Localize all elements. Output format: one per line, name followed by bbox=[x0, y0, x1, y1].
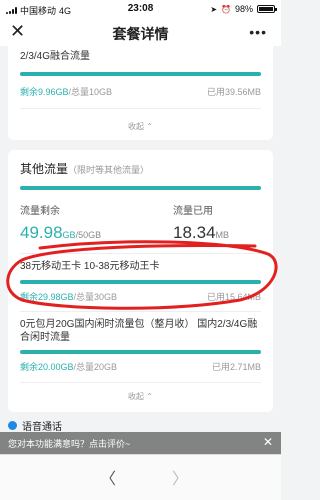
feedback-banner[interactable]: 您对本功能满意吗？点击评价~ ✕ bbox=[0, 432, 281, 454]
alarm-icon: ⏰ bbox=[221, 4, 231, 14]
domestic-traffic-card: 2/3/4G融合流量 剩余9.96GB/总量10GB 已用39.56MB 收起 … bbox=[8, 46, 273, 140]
battery-icon bbox=[257, 5, 277, 13]
package-item: 38元移动王卡 10-38元移动王卡 剩余29.98GB/总量30GB 已用15… bbox=[20, 261, 261, 302]
forward-button[interactable]: 〉 bbox=[172, 465, 188, 489]
voice-call-section[interactable]: 语音通话 bbox=[8, 418, 62, 433]
remaining-stat: 流量剩余 49.98GB/50GB bbox=[20, 206, 102, 242]
collapse-toggle[interactable]: 收起 ⌃ bbox=[8, 383, 273, 408]
back-button[interactable]: 〈 bbox=[100, 465, 116, 489]
page-title: 套餐详情 bbox=[112, 26, 169, 42]
status-bar: 中国移动 4G 23:08 ➤ ⏰ 98% bbox=[0, 0, 281, 18]
remaining-amount: 剩余9.96GB/总量10GB bbox=[20, 87, 113, 97]
collapse-toggle[interactable]: 收起 ⌃ bbox=[8, 109, 273, 138]
close-icon[interactable]: ✕ bbox=[263, 435, 273, 449]
more-menu-button[interactable]: ••• bbox=[249, 24, 267, 40]
usage-bar bbox=[20, 72, 261, 76]
used-amount: 已用39.56MB bbox=[206, 87, 261, 97]
package-name: 2/3/4G融合流量 bbox=[20, 51, 91, 62]
battery-percent: 98% bbox=[234, 4, 253, 14]
phone-icon bbox=[8, 421, 17, 430]
location-icon: ➤ bbox=[210, 4, 218, 14]
other-traffic-card: 其他流量（限时等其他流量） 流量剩余 49.98GB/50GB 流量已用 18.… bbox=[8, 150, 273, 412]
total-usage-bar bbox=[20, 186, 261, 190]
used-stat: 流量已用 18.34MB bbox=[173, 206, 230, 242]
section-title: 其他流量（限时等其他流量） bbox=[20, 162, 150, 176]
nav-bar: ✕ 套餐详情 ••• bbox=[0, 18, 281, 46]
browser-toolbar: 〈 〉 bbox=[0, 454, 281, 500]
voice-call-label: 语音通话 bbox=[22, 422, 62, 433]
package-item: 0元包月20G国内闲时流量包（整月收） 国内2/3/4G融合闲时流量 剩余20.… bbox=[20, 319, 261, 372]
feedback-text: 您对本功能满意吗？点击评价~ bbox=[8, 439, 131, 449]
